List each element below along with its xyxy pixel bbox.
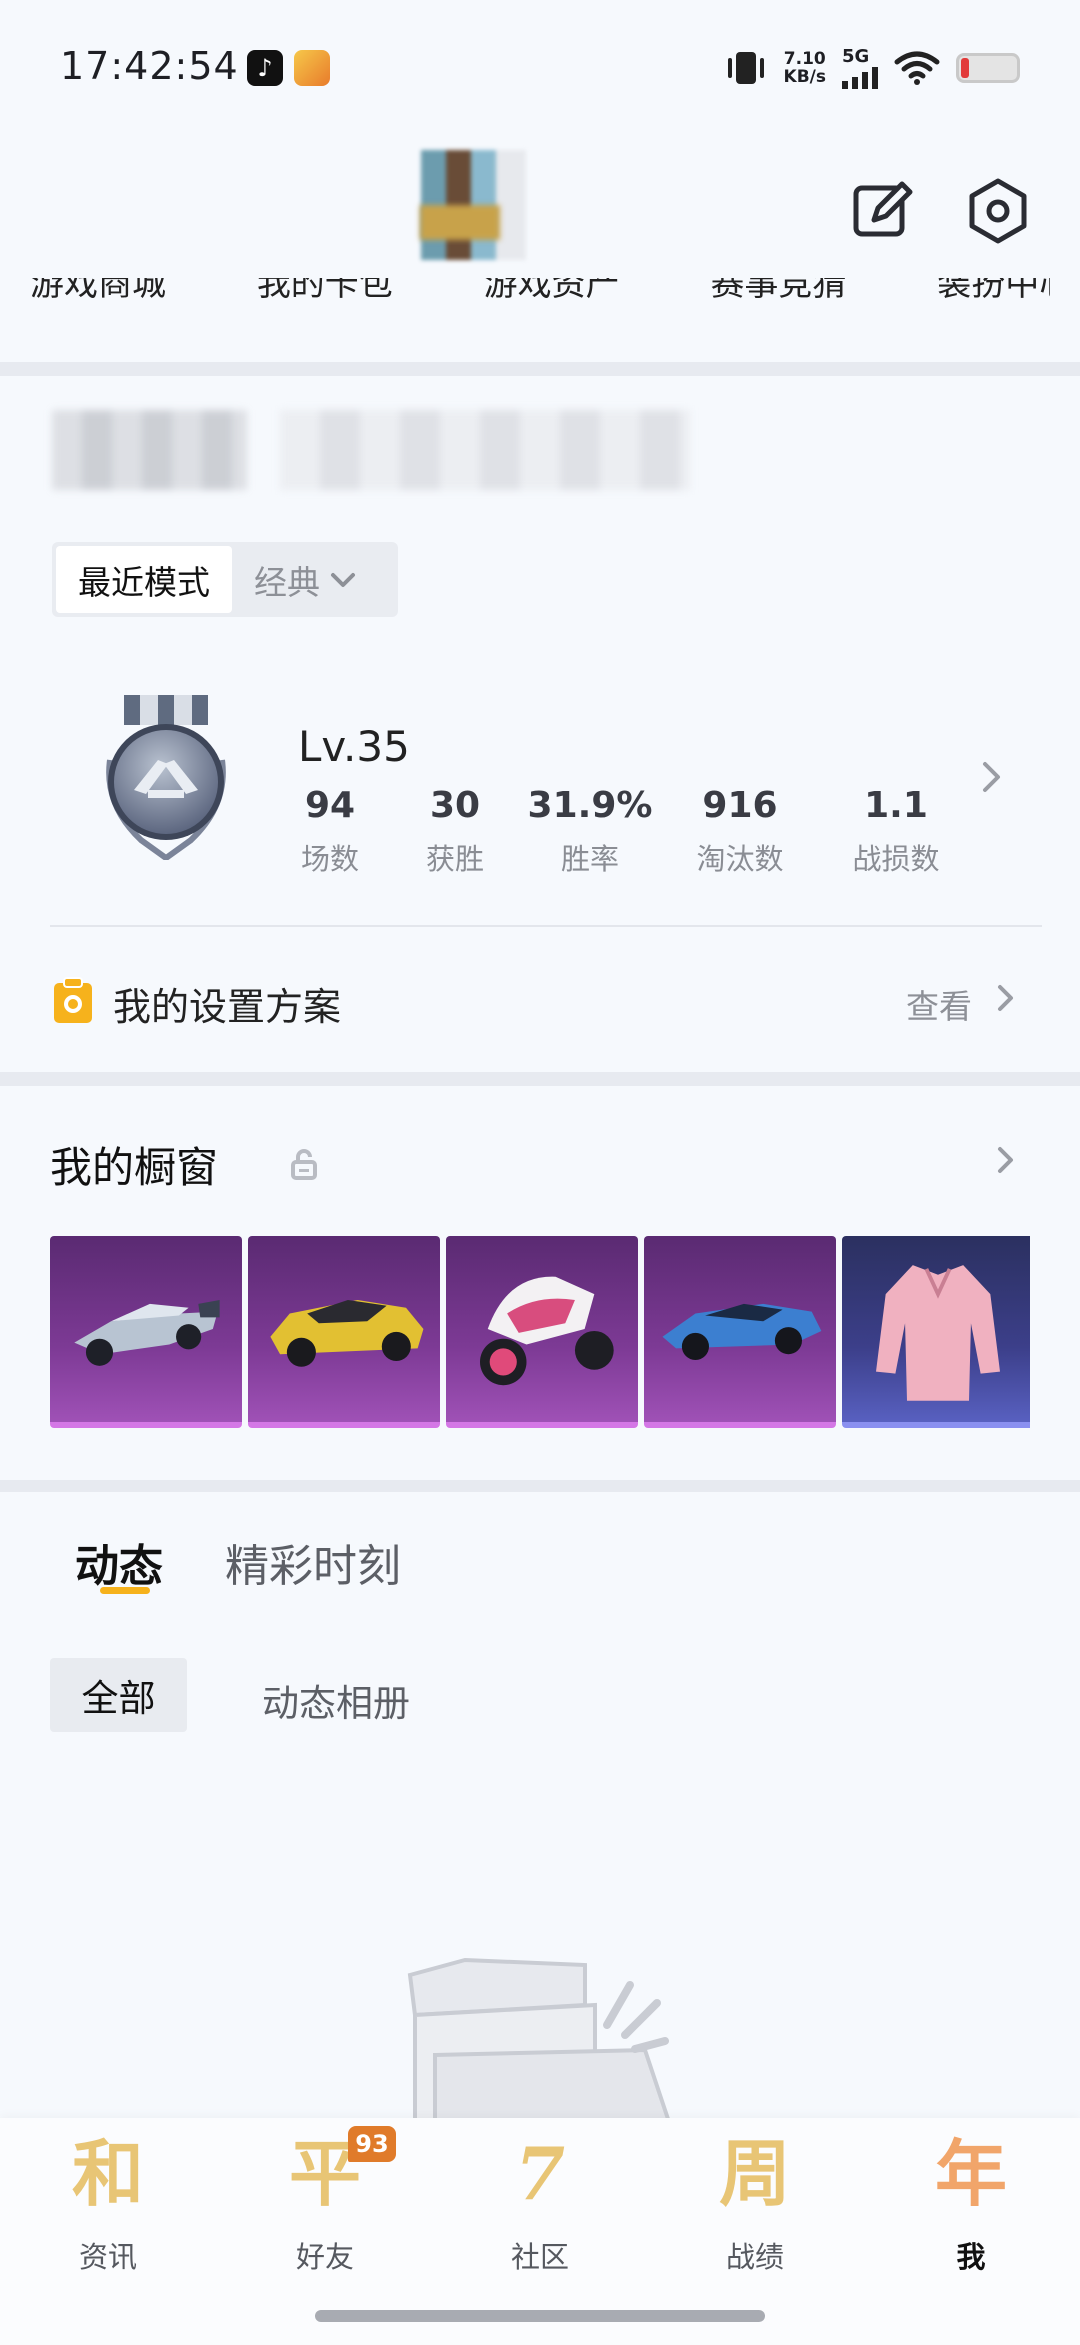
- stat-value: 916: [702, 785, 778, 826]
- nav-news-icon: 和: [71, 2131, 144, 2216]
- showcase-item-supercar[interactable]: [644, 1236, 836, 1428]
- game-app-icon: [294, 50, 330, 86]
- chevron-right-icon[interactable]: [996, 983, 1016, 1013]
- player-name-blurred: [52, 410, 247, 490]
- nav-label: 战绩: [725, 2240, 784, 2274]
- home-indicator[interactable]: [315, 2310, 765, 2322]
- nav-me-icon: 年: [934, 2131, 1007, 2216]
- nav-records[interactable]: 周 战绩: [680, 2128, 830, 2276]
- filter-album-button[interactable]: 动态相册: [262, 1673, 410, 1727]
- lock-icon[interactable]: [290, 1148, 318, 1180]
- stat-value: 31.9%: [527, 785, 653, 826]
- stat-label: 胜率: [560, 842, 619, 876]
- nav-community-icon: 7: [514, 2131, 566, 2216]
- settings-plan-label[interactable]: 我的设置方案: [113, 976, 341, 1031]
- mode-selector: 最近模式 经典: [52, 542, 398, 617]
- section-divider: [0, 1480, 1080, 1492]
- stat-label: 获胜: [425, 842, 484, 876]
- cell-signal: 5G: [842, 46, 878, 89]
- avatar-detail: [420, 205, 500, 240]
- nav-me[interactable]: 年 我: [896, 2128, 1046, 2276]
- status-icons: 7.10 KB/s 5G: [724, 46, 1020, 89]
- stat-win-rate: 31.9% 胜率: [520, 785, 660, 878]
- tab-highlights[interactable]: 精彩时刻: [225, 1530, 401, 1594]
- chevron-down-icon: [331, 572, 355, 587]
- mode-recent-button[interactable]: 最近模式: [56, 546, 232, 613]
- showcase-item-motorcycle[interactable]: [446, 1236, 638, 1428]
- nav-label: 好友: [295, 2240, 354, 2274]
- nav-community[interactable]: 7 社区: [465, 2128, 615, 2276]
- tiktok-app-icon: ♪: [247, 50, 283, 86]
- player-id-blurred: [280, 410, 690, 490]
- stat-value: 94: [304, 785, 356, 826]
- nav-label: 社区: [510, 2240, 569, 2274]
- stat-matches: 94 场数: [260, 785, 400, 878]
- shortcut-item[interactable]: 游戏资产: [484, 278, 620, 305]
- shortcut-item[interactable]: 赛事竞猜: [710, 278, 846, 305]
- empty-box-illustration: [407, 1957, 673, 2125]
- shortcut-item[interactable]: 装扮中心: [937, 278, 1050, 305]
- mode-classic-dropdown[interactable]: 经典: [254, 556, 356, 604]
- stat-value: 1.1: [864, 785, 928, 826]
- showcase-item-sports-car[interactable]: [248, 1236, 440, 1428]
- vibrate-icon: [727, 51, 764, 84]
- edit-icon[interactable]: [850, 176, 916, 242]
- wifi-icon: [894, 51, 940, 85]
- nav-records-icon: 周: [718, 2131, 791, 2216]
- showcase-item-formula-car[interactable]: [50, 1236, 242, 1428]
- shortcut-menu-row: 游戏商城 我的卡包 游戏资产 赛事竞猜 装扮中心: [30, 278, 1050, 308]
- stat-wins: 30 获胜: [385, 785, 525, 878]
- showcase-title: 我的橱窗: [50, 1143, 219, 1192]
- section-divider: [0, 1072, 1080, 1086]
- shortcut-item[interactable]: 游戏商城: [30, 278, 166, 305]
- chevron-right-icon[interactable]: [996, 1145, 1016, 1175]
- stat-label: 淘汰数: [696, 842, 784, 876]
- player-level: Lv.35: [298, 722, 410, 771]
- chevron-right-icon[interactable]: [980, 760, 1004, 794]
- settings-icon[interactable]: [963, 176, 1033, 246]
- stat-label: 场数: [300, 842, 359, 876]
- settings-plan-view-link[interactable]: 查看: [906, 980, 972, 1028]
- stat-value: 30: [429, 785, 481, 826]
- motorcycle-icon: [480, 1276, 614, 1386]
- network-speed: 7.10 KB/s: [783, 48, 826, 87]
- showcase-item-pink-outfit[interactable]: [842, 1236, 1030, 1428]
- signal-icon: [842, 67, 878, 89]
- network-type: 5G: [842, 46, 870, 67]
- stat-eliminations: 916 淘汰数: [670, 785, 810, 878]
- stats-divider: [50, 925, 1042, 927]
- outfit-icon: [876, 1265, 1000, 1401]
- nav-label: 资讯: [78, 2240, 137, 2274]
- filter-all-button[interactable]: 全部: [50, 1658, 187, 1732]
- battery-icon: [956, 52, 1020, 83]
- tab-feed[interactable]: 动态: [75, 1530, 163, 1594]
- stat-kd: 1.1 战损数: [826, 785, 966, 878]
- friends-badge: 93: [348, 2126, 396, 2162]
- mode-classic-label: 经典: [254, 562, 320, 602]
- stat-label: 战损数: [852, 842, 940, 876]
- settings-plan-icon: [54, 977, 92, 1023]
- formula-car-icon: [74, 1299, 220, 1366]
- section-divider: [0, 362, 1080, 376]
- showcase-items: [50, 1236, 1030, 1428]
- supercar-icon: [662, 1303, 822, 1360]
- shortcut-item[interactable]: 我的卡包: [257, 278, 393, 305]
- sports-car-icon: [270, 1299, 424, 1367]
- tab-active-indicator: [100, 1587, 150, 1594]
- nav-label: 我: [956, 2240, 986, 2274]
- nav-news[interactable]: 和 资讯: [33, 2128, 183, 2276]
- status-time: 17:42:54: [60, 44, 239, 88]
- rank-medal-icon: [106, 695, 226, 860]
